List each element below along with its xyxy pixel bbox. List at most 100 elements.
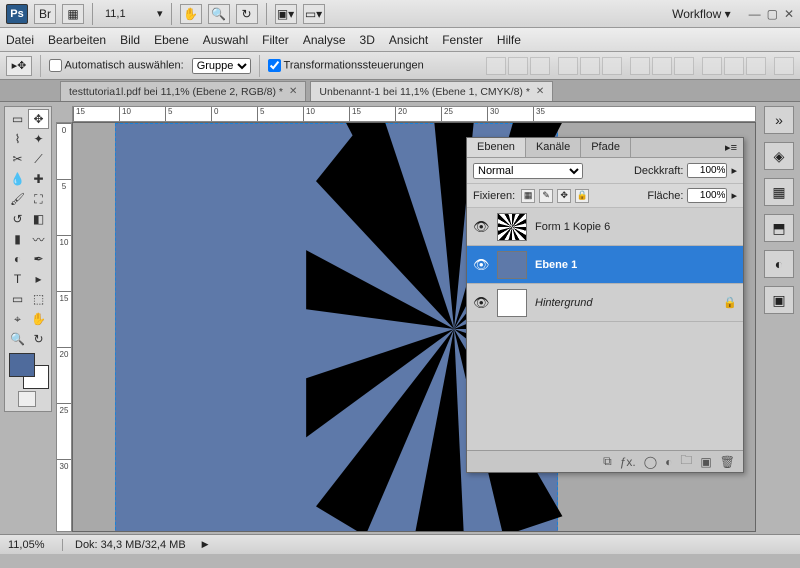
tab-pfade[interactable]: Pfade bbox=[581, 138, 631, 157]
tab-doc-2[interactable]: Unbenannt-1 bei 11,1% (Ebene 1, CMYK/8) … bbox=[310, 81, 553, 101]
fx-icon[interactable]: ƒx. bbox=[620, 455, 636, 469]
shape-tool[interactable]: ▭ bbox=[7, 289, 28, 309]
status-zoom[interactable]: 11,05% bbox=[8, 539, 63, 551]
brush-tool[interactable]: 🖌 bbox=[7, 189, 28, 209]
lock-all-icon[interactable]: 🔒 bbox=[575, 189, 589, 203]
dodge-tool[interactable]: ◐ bbox=[7, 249, 28, 269]
adjustment-icon[interactable]: ◐ bbox=[665, 455, 672, 469]
slice-tool[interactable]: ⟋ bbox=[28, 149, 49, 169]
layer-row[interactable]: 👁 Ebene 1 bbox=[467, 246, 743, 284]
auto-select-checkbox[interactable]: Automatisch auswählen: bbox=[49, 59, 184, 72]
layer-thumb[interactable] bbox=[497, 289, 527, 317]
blur-tool[interactable]: 〰 bbox=[28, 229, 49, 249]
layer-name[interactable]: Hintergrund bbox=[535, 297, 715, 309]
visibility-icon[interactable]: 👁 bbox=[473, 257, 489, 273]
align-right[interactable] bbox=[602, 57, 622, 75]
menu-ebene[interactable]: Ebene bbox=[154, 33, 189, 47]
close-icon[interactable]: ✕ bbox=[784, 7, 794, 21]
path-select-tool[interactable]: ▸ bbox=[28, 269, 49, 289]
zoom-tool-button[interactable]: 🔍 bbox=[208, 4, 230, 24]
pen-tool[interactable]: ✒ bbox=[28, 249, 49, 269]
dist-hmid[interactable] bbox=[724, 57, 744, 75]
eyedropper-tool[interactable]: 💧 bbox=[7, 169, 28, 189]
adjustments-panel-icon[interactable]: ⬒ bbox=[764, 214, 794, 242]
zoom-dropdown-icon[interactable]: ▾ bbox=[157, 7, 163, 20]
opacity-input[interactable] bbox=[687, 163, 727, 178]
menu-auswahl[interactable]: Auswahl bbox=[203, 33, 248, 47]
transform-controls-checkbox[interactable]: Transformationssteuerungen bbox=[268, 59, 424, 72]
status-menu-icon[interactable]: ▶ bbox=[202, 539, 209, 550]
align-left[interactable] bbox=[558, 57, 578, 75]
group-icon[interactable]: 🗀 bbox=[680, 451, 692, 472]
history-panel-icon[interactable]: ▣ bbox=[764, 286, 794, 314]
menu-analyse[interactable]: Analyse bbox=[303, 33, 346, 47]
bridge-button[interactable]: Br bbox=[34, 4, 56, 24]
fill-input[interactable] bbox=[687, 188, 727, 203]
wand-tool[interactable]: ✦ bbox=[28, 129, 49, 149]
visibility-icon[interactable]: 👁 bbox=[473, 219, 489, 235]
history-brush-tool[interactable]: ↺ bbox=[7, 209, 28, 229]
dist-right[interactable] bbox=[746, 57, 766, 75]
dist-bottom[interactable] bbox=[674, 57, 694, 75]
crop-tool[interactable]: ✂ bbox=[7, 149, 28, 169]
eraser-tool[interactable]: ◧ bbox=[28, 209, 49, 229]
menu-fenster[interactable]: Fenster bbox=[442, 33, 483, 47]
color-swatches[interactable] bbox=[9, 353, 49, 389]
lock-position-icon[interactable]: ✥ bbox=[557, 189, 571, 203]
move-tool[interactable]: ✥ bbox=[28, 109, 49, 129]
menu-bearbeiten[interactable]: Bearbeiten bbox=[48, 33, 106, 47]
healing-tool[interactable]: ✚ bbox=[28, 169, 49, 189]
dist-left[interactable] bbox=[702, 57, 722, 75]
3d-tool[interactable]: ⬚ bbox=[28, 289, 49, 309]
blend-mode-select[interactable]: Normal bbox=[473, 163, 583, 179]
tab-doc-1[interactable]: testtutoria1l.pdf bei 11,1% (Ebene 2, RG… bbox=[60, 81, 306, 101]
align-vmid[interactable] bbox=[508, 57, 528, 75]
auto-align[interactable] bbox=[774, 57, 794, 75]
maximize-icon[interactable]: ▢ bbox=[767, 7, 778, 21]
zoom-tool[interactable]: 🔍 bbox=[7, 329, 28, 349]
rotate-view-button[interactable]: ↻ bbox=[236, 4, 258, 24]
lasso-tool[interactable]: ⌇ bbox=[7, 129, 28, 149]
arrange-button[interactable]: ▣▾ bbox=[275, 4, 297, 24]
gradient-tool[interactable]: ▮ bbox=[7, 229, 28, 249]
dist-vmid[interactable] bbox=[652, 57, 672, 75]
delete-layer-icon[interactable]: 🗑 bbox=[720, 455, 735, 469]
menu-datei[interactable]: Datei bbox=[6, 33, 34, 47]
dock-expand-icon[interactable]: » bbox=[764, 106, 794, 134]
workspace-switcher[interactable]: Workflow ▾ bbox=[666, 5, 736, 23]
dist-top[interactable] bbox=[630, 57, 650, 75]
align-bottom[interactable] bbox=[530, 57, 550, 75]
menu-filter[interactable]: Filter bbox=[262, 33, 289, 47]
3d-camera-tool[interactable]: ⌖ bbox=[7, 309, 28, 329]
marquee-tool[interactable]: ▭ bbox=[7, 109, 28, 129]
link-layers-icon[interactable]: ⧉ bbox=[603, 454, 612, 469]
layer-name[interactable]: Ebene 1 bbox=[535, 259, 737, 271]
stamp-tool[interactable]: ⛶ bbox=[28, 189, 49, 209]
close-icon[interactable]: ✕ bbox=[289, 86, 297, 97]
layer-row[interactable]: 👁 Form 1 Kopie 6 bbox=[467, 208, 743, 246]
quickmask-toggle[interactable] bbox=[7, 391, 47, 409]
lock-pixels-icon[interactable]: ▦ bbox=[521, 189, 535, 203]
rotate-tool[interactable]: ↻ bbox=[28, 329, 49, 349]
screen-mode-button[interactable]: ▭▾ bbox=[303, 4, 325, 24]
foreground-swatch[interactable] bbox=[9, 353, 35, 377]
hand-tool-button[interactable]: ✋ bbox=[180, 4, 202, 24]
minimize-icon[interactable]: — bbox=[749, 7, 761, 21]
layer-name[interactable]: Form 1 Kopie 6 bbox=[535, 221, 737, 233]
hand-tool[interactable]: ✋ bbox=[28, 309, 49, 329]
type-tool[interactable]: T bbox=[7, 269, 28, 289]
panel-menu-icon[interactable]: ▸≡ bbox=[719, 138, 743, 157]
zoom-readout[interactable]: 11,1 bbox=[101, 7, 151, 21]
layer-row[interactable]: 👁 Hintergrund 🔒 bbox=[467, 284, 743, 322]
new-layer-icon[interactable]: ▣ bbox=[700, 455, 711, 469]
menu-ansicht[interactable]: Ansicht bbox=[389, 33, 428, 47]
layer-thumb[interactable] bbox=[497, 251, 527, 279]
menu-3d[interactable]: 3D bbox=[360, 33, 375, 47]
tab-kanale[interactable]: Kanäle bbox=[526, 138, 581, 157]
masks-panel-icon[interactable]: ◐ bbox=[764, 250, 794, 278]
mask-icon[interactable]: ◯ bbox=[644, 455, 657, 469]
swatches-panel-icon[interactable]: ◈ bbox=[764, 142, 794, 170]
film-button[interactable]: ▦ bbox=[62, 4, 84, 24]
lock-paint-icon[interactable]: ✎ bbox=[539, 189, 553, 203]
layer-thumb[interactable] bbox=[497, 213, 527, 241]
